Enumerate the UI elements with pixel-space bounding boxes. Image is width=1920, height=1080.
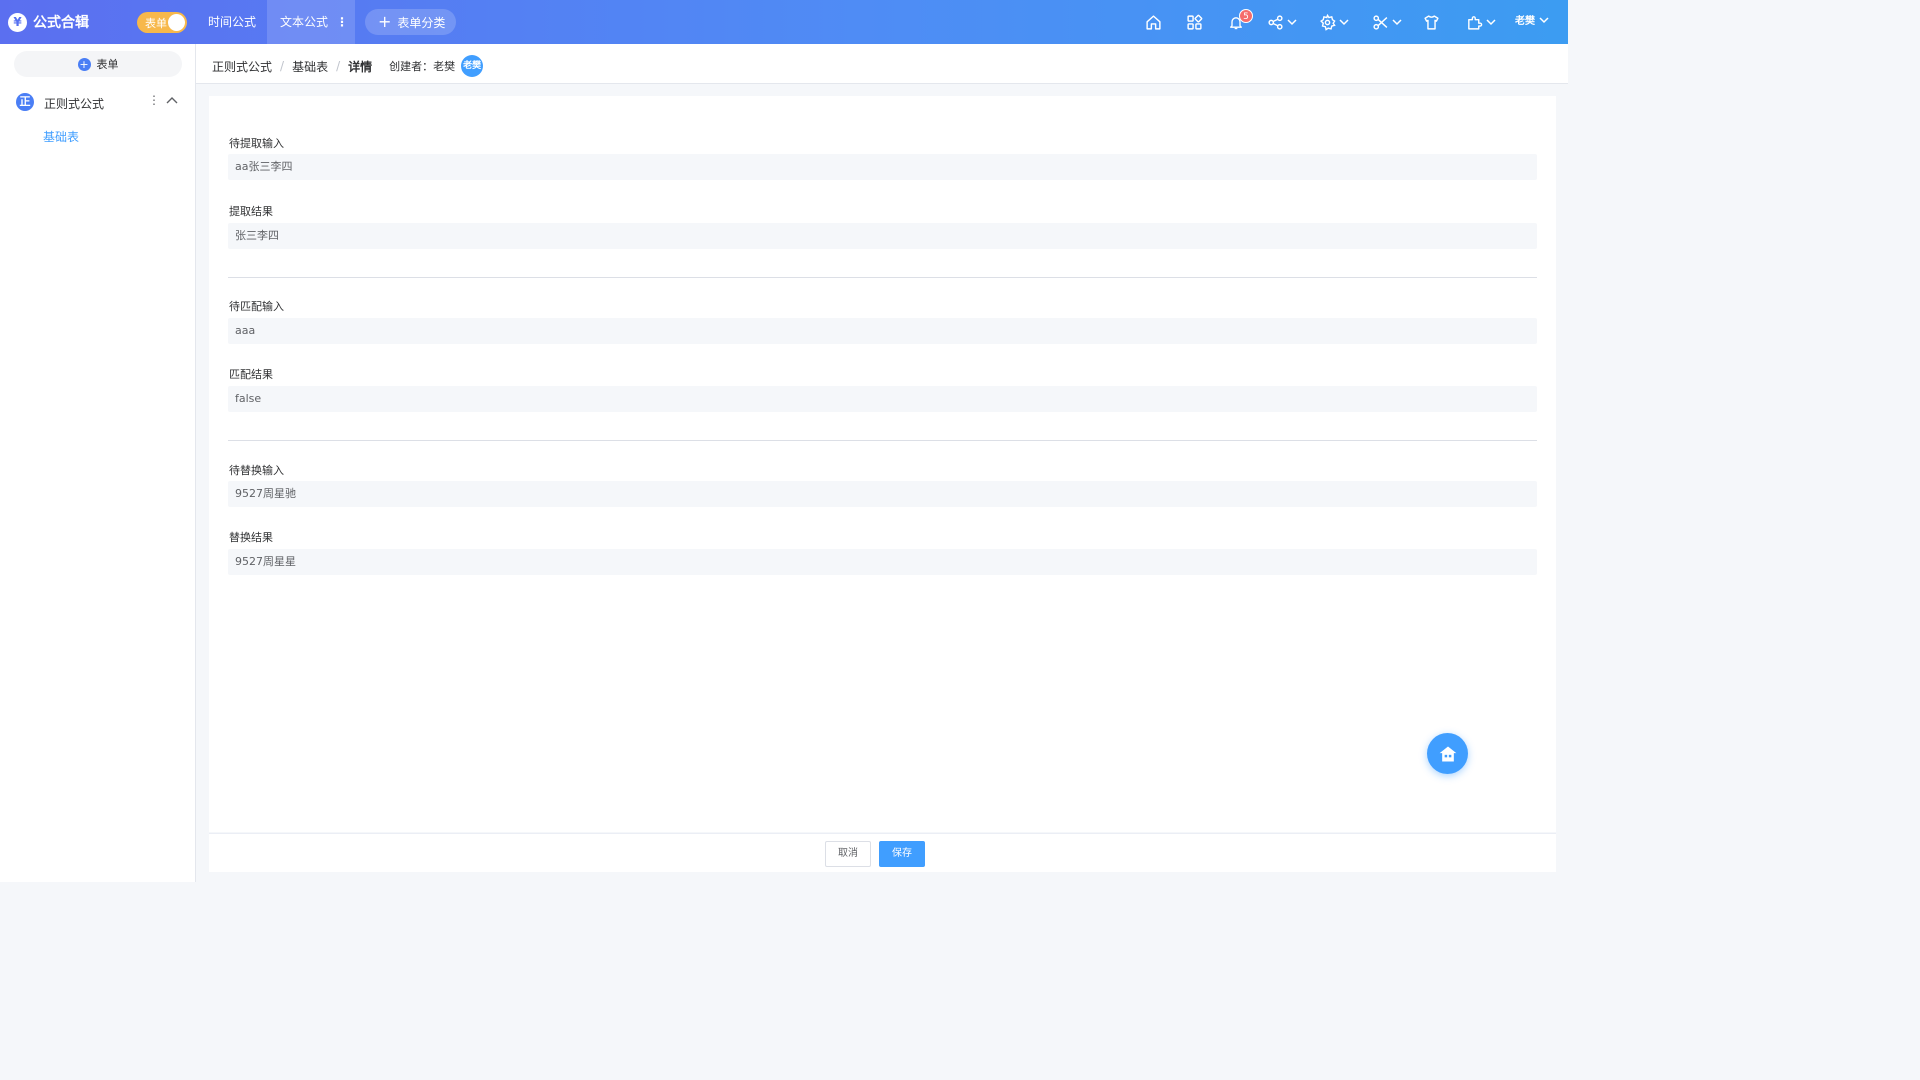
section-divider [228, 277, 1537, 278]
sidebar: + 表单 正 正则式公式 ⋮ 基础表 [0, 44, 196, 882]
share-menu[interactable] [1267, 12, 1297, 32]
sidebar-group-label: 正则式公式 [44, 97, 105, 111]
floating-home-button[interactable] [1427, 733, 1468, 774]
apps-button[interactable] [1186, 12, 1203, 32]
save-button[interactable]: 保存 [879, 841, 925, 867]
shirt-icon [1424, 14, 1439, 30]
share-icon [1268, 14, 1283, 30]
settings-menu[interactable] [1319, 12, 1349, 32]
chevron-down-icon [1392, 19, 1402, 26]
app-brand[interactable]: ¥ 公式合辑 [8, 12, 89, 32]
breadcrumb: 正则式公式 / 基础表 / 详情 创建者：老樊 老樊 [212, 55, 484, 77]
cancel-button[interactable]: 取消 [825, 841, 871, 867]
chevron-up-icon[interactable] [166, 95, 178, 107]
user-menu[interactable]: 老樊 [1515, 12, 1549, 27]
home-button[interactable] [1145, 12, 1162, 32]
home-icon [1146, 14, 1161, 30]
tab-text-formula[interactable]: 文本公式 ⋮ [267, 0, 355, 44]
detail-form: 待提取输入 aa张三李四 提取结果 张三李四 待匹配输入 aaa 匹配结果 fa… [209, 96, 1556, 832]
plugins-menu[interactable] [1466, 12, 1496, 32]
chevron-down-icon [1486, 19, 1496, 26]
tab-more-icon[interactable]: ⋮ [336, 0, 348, 44]
notification-badge: 5 [1239, 9, 1253, 23]
yuan-logo-icon: ¥ [8, 12, 27, 32]
tab-text-formula-label: 文本公式 [280, 15, 329, 29]
form-footer: 取消 保存 [209, 833, 1556, 872]
more-vertical-icon[interactable]: ⋮ [148, 93, 160, 107]
group-avatar: 正 [16, 93, 34, 111]
chevron-down-icon [1339, 19, 1349, 26]
breadcrumb-current: 详情 [348, 59, 373, 74]
tools-icon [1373, 14, 1388, 30]
tab-time-formula[interactable]: 时间公式 [208, 0, 256, 44]
field-label-replace-input: 待替换输入 [229, 464, 284, 477]
field-label-match-result: 匹配结果 [229, 368, 273, 381]
section-divider [228, 440, 1537, 441]
creator-label: 创建者：老樊 [389, 60, 456, 73]
tab-time-formula-label: 时间公式 [208, 15, 257, 29]
field-value-match-input[interactable]: aaa [228, 318, 1537, 344]
field-label-replace-result: 替换结果 [229, 531, 273, 544]
plus-icon: + [378, 12, 392, 31]
creator-info: 创建者：老樊 老樊 [389, 55, 484, 77]
field-label-match-input: 待匹配输入 [229, 300, 284, 313]
breadcrumb-item-table[interactable]: 基础表 [292, 58, 328, 75]
breadcrumb-bar: 正则式公式 / 基础表 / 详情 创建者：老樊 老樊 [196, 44, 1568, 84]
notifications-button[interactable]: 5 [1228, 9, 1253, 32]
field-value-extract-result[interactable]: 张三李四 [228, 223, 1537, 249]
creator-avatar: 老樊 [461, 55, 484, 77]
puzzle-icon [1468, 15, 1483, 30]
chevron-down-icon [1539, 16, 1549, 23]
toggle-knob [168, 14, 185, 31]
sidebar-item-basic-table[interactable]: 基础表 [43, 128, 79, 145]
field-label-extract-result: 提取结果 [229, 205, 273, 218]
user-name: 老樊 [1515, 16, 1535, 27]
field-label-extract-input: 待提取输入 [229, 137, 284, 150]
home-icon [1439, 746, 1456, 761]
form-mode-toggle-label: 表单 [145, 17, 167, 30]
field-value-match-result[interactable]: false [228, 386, 1537, 412]
add-form-label: 表单 [96, 58, 119, 71]
app-title: 公式合辑 [33, 15, 89, 31]
settings-icon [1320, 13, 1336, 31]
breadcrumb-separator: / [336, 59, 341, 73]
add-form-button[interactable]: + 表单 [14, 51, 182, 77]
field-value-replace-result[interactable]: 9527周星星 [228, 549, 1537, 575]
breadcrumb-separator: / [280, 59, 285, 73]
theme-button[interactable] [1423, 12, 1440, 32]
apps-icon [1187, 14, 1203, 30]
add-form-category-label: 表单分类 [397, 15, 446, 30]
sidebar-group-regex-formula[interactable]: 正 正则式公式 ⋮ [0, 90, 196, 114]
plus-circle-icon: + [77, 57, 91, 71]
field-value-extract-input[interactable]: aa张三李四 [228, 154, 1537, 180]
breadcrumb-item-group[interactable]: 正则式公式 [212, 58, 272, 75]
field-value-replace-input[interactable]: 9527周星驰 [228, 481, 1537, 507]
chevron-down-icon [1287, 19, 1297, 26]
form-mode-toggle[interactable]: 表单 [137, 12, 187, 33]
tools-menu[interactable] [1372, 12, 1402, 32]
top-bar: ¥ 公式合辑 表单 时间公式 文本公式 ⋮ + 表单分类 5 老樊 [0, 0, 1568, 44]
add-form-category-button[interactable]: + 表单分类 [365, 9, 456, 35]
